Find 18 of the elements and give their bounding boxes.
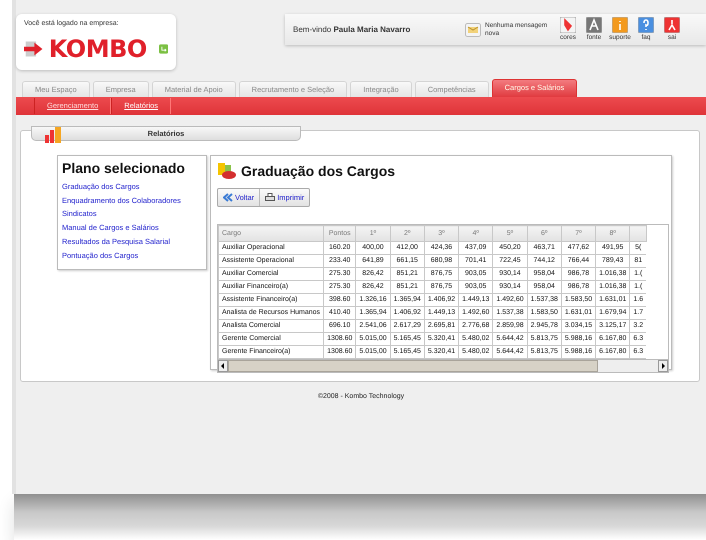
- bar-chart-icon: [43, 127, 63, 143]
- scroll-thumb[interactable]: [228, 360, 598, 372]
- coins-icon: [217, 162, 237, 180]
- horizontal-scrollbar[interactable]: [218, 359, 668, 372]
- brush-icon: [560, 16, 576, 33]
- report-title: Graduação dos Cargos: [241, 163, 396, 179]
- help-icon: [638, 16, 654, 33]
- printer-icon: [265, 193, 276, 202]
- font-icon: [586, 16, 602, 33]
- logo-text: KOMBO: [48, 36, 147, 60]
- plan-title: Plano selecionado: [62, 160, 186, 176]
- exit-icon: [664, 16, 680, 33]
- scroll-right-icon[interactable]: [658, 360, 668, 372]
- welcome-text: Bem-vindo Paula Maria Navarro: [293, 24, 412, 36]
- double-left-icon: [223, 193, 233, 202]
- info-icon: [612, 16, 628, 33]
- envelope-icon[interactable]: [465, 22, 481, 36]
- scroll-left-icon[interactable]: [218, 360, 228, 372]
